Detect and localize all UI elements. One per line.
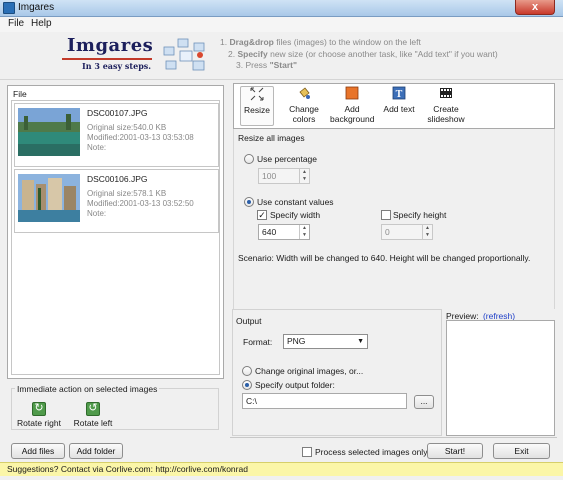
- file-size: Original size:540.0 KB: [87, 123, 167, 132]
- process-selected-label: Process selected images only: [315, 447, 428, 457]
- file-panel-title: File: [13, 89, 27, 99]
- background-icon: [345, 86, 359, 100]
- menu-bar: File Help: [0, 17, 563, 32]
- spinner-arrows-icon[interactable]: ▲ ▼: [299, 225, 309, 239]
- logo-text: Imgares: [67, 35, 154, 56]
- format-label: Format:: [243, 337, 273, 347]
- file-name: DSC00107.JPG: [87, 108, 148, 118]
- specify-height-checkbox[interactable]: [381, 210, 391, 220]
- specify-width-label: Specify width: [270, 210, 321, 220]
- tool-change-colors[interactable]: Change colors: [283, 86, 325, 124]
- suggestions-bar[interactable]: Suggestions? Contact via Corlive.com: ht…: [0, 462, 563, 476]
- instructions: 1. Drag&drop files (images) to the windo…: [220, 37, 498, 70]
- file-size: Original size:578.1 KB: [87, 189, 167, 198]
- file-note: Note:: [87, 143, 107, 152]
- file-modified: Modified:2001-03-13 03:52:50: [87, 199, 194, 208]
- rotate-right-button[interactable]: Rotate right: [16, 401, 62, 428]
- add-folder-button[interactable]: Add folder: [69, 443, 123, 459]
- start-button[interactable]: Start!: [427, 443, 483, 459]
- menu-file[interactable]: File: [8, 18, 24, 29]
- specify-folder-label: Specify output folder:: [255, 380, 335, 390]
- spinner-arrows-icon[interactable]: ▲ ▼: [299, 169, 309, 183]
- file-item[interactable]: DSC00106.JPG Original size:578.1 KB Modi…: [14, 169, 219, 233]
- output-folder-field[interactable]: C:\: [242, 393, 407, 409]
- percentage-spinner[interactable]: 100 ▲ ▼: [258, 168, 310, 184]
- app-icon: [3, 2, 15, 14]
- preview-box: [446, 320, 555, 436]
- exit-button[interactable]: Exit: [493, 443, 550, 459]
- tool-add-background[interactable]: Add background: [330, 86, 374, 124]
- text-icon: T: [392, 86, 406, 100]
- logo-underline: [62, 58, 152, 60]
- window-title: Imgares: [18, 2, 55, 13]
- format-select[interactable]: PNG ▼: [283, 334, 368, 349]
- paint-bucket-icon: [299, 87, 310, 99]
- use-constant-label: Use constant values: [257, 197, 334, 207]
- file-modified: Modified:2001-03-13 03:53:08: [87, 133, 194, 142]
- spinner-arrows-icon[interactable]: ▲ ▼: [422, 225, 432, 239]
- title-bar: Imgares x: [0, 0, 563, 17]
- image-thumbnail: [18, 108, 80, 156]
- rotate-left-button[interactable]: Rotate left: [71, 401, 115, 428]
- bottom-divider: [230, 437, 557, 438]
- scenario-text: Scenario: Width will be changed to 640. …: [238, 253, 531, 263]
- specify-height-label: Specify height: [393, 210, 447, 220]
- dropdown-arrow-icon: ▼: [357, 338, 364, 345]
- tool-create-slideshow[interactable]: Create slideshow: [426, 86, 466, 124]
- header: Imgares In 3 easy steps. 1. Drag&drop fi…: [0, 32, 563, 80]
- task-toolbar: Resize Change colors Add background T Ad…: [233, 83, 555, 129]
- file-list[interactable]: DSC00107.JPG Original size:540.0 KB Modi…: [11, 100, 220, 375]
- width-spinner[interactable]: 640 ▲ ▼: [258, 224, 310, 240]
- logo-tagline: In 3 easy steps.: [82, 61, 152, 71]
- file-panel: File DSC00107.JPG Original size:540.0 KB…: [7, 85, 224, 379]
- file-name: DSC00106.JPG: [87, 174, 148, 184]
- change-original-label: Change original images, or...: [255, 366, 364, 376]
- svg-text:T: T: [396, 89, 403, 100]
- specify-width-checkbox[interactable]: ✓: [257, 210, 267, 220]
- resize-title: Resize all images: [238, 133, 305, 143]
- immediate-action-title: Immediate action on selected images: [15, 384, 160, 394]
- tool-add-text[interactable]: T Add text: [382, 86, 416, 114]
- menu-help[interactable]: Help: [31, 18, 52, 29]
- add-files-button[interactable]: Add files: [11, 443, 65, 459]
- resize-panel: Resize all images Use percentage 100 ▲ ▼ …: [233, 129, 555, 309]
- file-note: Note:: [87, 209, 107, 218]
- use-percentage-label: Use percentage: [257, 154, 318, 164]
- use-percentage-radio[interactable]: [244, 154, 254, 164]
- rotate-right-icon: [32, 401, 46, 416]
- resize-icon: [250, 87, 264, 101]
- tool-resize[interactable]: Resize: [240, 86, 274, 126]
- film-icon: [440, 88, 452, 98]
- rotate-left-icon: [86, 401, 100, 416]
- file-item[interactable]: DSC00107.JPG Original size:540.0 KB Modi…: [14, 103, 219, 167]
- logo-graphic-icon: [163, 38, 205, 71]
- specify-folder-radio[interactable]: [242, 380, 252, 390]
- browse-folder-button[interactable]: ...: [414, 395, 434, 409]
- change-original-radio[interactable]: [242, 366, 252, 376]
- process-selected-checkbox[interactable]: [302, 447, 312, 457]
- height-spinner[interactable]: 0 ▲ ▼: [381, 224, 433, 240]
- close-button[interactable]: x: [515, 0, 555, 15]
- use-constant-radio[interactable]: [244, 197, 254, 207]
- image-thumbnail: [18, 174, 80, 222]
- output-title: Output: [236, 316, 262, 326]
